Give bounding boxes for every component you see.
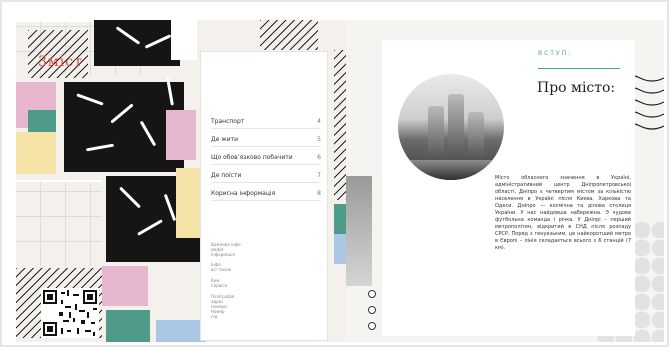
grid-pattern: [16, 180, 102, 266]
city-photo: [398, 74, 504, 180]
intro-underline: [538, 68, 620, 69]
pink-panel: [166, 110, 196, 160]
toc-item-transport[interactable]: Транспорт 4: [211, 118, 321, 129]
toc-item-label: Корисна інформація: [211, 190, 276, 197]
blue-panel: [334, 234, 346, 264]
about-city-title: Про місто:: [537, 80, 616, 96]
intro-body-text: Місто обласного значення в Україні, адмі…: [495, 175, 631, 251]
blue-panel: [156, 320, 206, 342]
left-collage: 3міст Транспорт 4 Де жити 5 Що обов’язко…: [16, 20, 346, 342]
tower-silhouette: [428, 106, 444, 158]
teal-panel: [106, 310, 150, 342]
document-frame: 3міст Транспорт 4 Де жити 5 Що обов’язко…: [0, 0, 669, 347]
diagonal-stripes: [334, 50, 346, 200]
toc-small-note: Сервіси: [211, 283, 228, 288]
toc-item-page: 8: [317, 190, 321, 197]
intro-label: ВСТУП:: [538, 50, 573, 57]
brochure-spread: 3міст Транспорт 4 Де жити 5 Що обов’язко…: [16, 20, 664, 342]
intro-page: ВСТУП: Про місто: Місто обласного значен…: [346, 20, 664, 342]
tower-silhouette: [448, 94, 464, 158]
toc-item-page: 7: [317, 172, 321, 179]
toc-item-label: Що обов’язково побачити: [211, 154, 293, 161]
tower-silhouette: [468, 112, 484, 158]
toc-item-page: 4: [317, 118, 321, 125]
toc-item-page: 5: [317, 136, 321, 143]
toc-item-food[interactable]: Де поїсти 7: [211, 172, 321, 183]
white-panel: [171, 20, 197, 60]
toc-small-note: Інформація: [211, 252, 235, 257]
toc-item-label: Де поїсти: [211, 172, 242, 179]
toc-title: 3міст: [38, 54, 83, 70]
grey-gradient-block: [346, 176, 372, 286]
qr-code-graphic: [41, 288, 99, 338]
toc-item-must-see[interactable]: Що обов’язково побачити 6: [211, 154, 321, 165]
pink-panel: [102, 266, 148, 306]
river-water: [398, 160, 504, 180]
toc-small-note: всі також: [211, 267, 232, 272]
diagonal-stripes: [260, 20, 318, 50]
toc-item-accommodation[interactable]: Де жити 5: [211, 136, 321, 147]
intro-card: ВСТУП: Про місто: Місто обласного значен…: [382, 40, 635, 336]
qr-code[interactable]: [41, 288, 99, 338]
toc-small-note: під: [211, 314, 218, 319]
teal-panel: [334, 204, 346, 234]
toc-item-label: Транспорт: [211, 118, 245, 125]
teal-panel: [28, 110, 56, 132]
yellow-panel: [16, 132, 56, 174]
toc-item-page: 6: [317, 154, 321, 161]
toc-item-label: Де жити: [211, 136, 238, 143]
toc-item-useful-info[interactable]: Корисна інформація 8: [211, 190, 321, 201]
table-of-contents-card: Транспорт 4 Де жити 5 Що обов’язково поб…: [201, 52, 327, 340]
